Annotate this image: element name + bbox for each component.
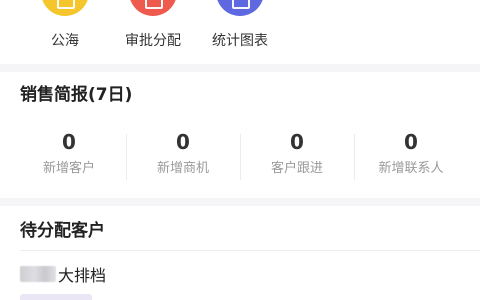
sales-report-title: 销售简报(7日) (20, 85, 133, 105)
customer-tag (20, 294, 92, 300)
sea-icon (41, 0, 89, 16)
chart-icon (216, 0, 264, 16)
quick-action-label: 公海 (51, 33, 79, 49)
stat-label: 新增客户 (42, 161, 95, 176)
section-divider (0, 198, 480, 206)
stat-new-opportunities[interactable]: 0 新增商机 (126, 126, 240, 188)
stat-label: 新增商机 (156, 161, 209, 176)
quick-action-approval[interactable]: 审批分配 (103, 0, 203, 60)
crm-home-page: 公海 审批分配 统计图表 销售简报(7日) 0 新增客户 0 新增商机 0 客户… (0, 0, 480, 300)
stat-value: 0 (176, 130, 190, 154)
stat-customer-followups[interactable]: 0 客户跟进 (240, 126, 354, 188)
quick-actions: 公海 审批分配 统计图表 (0, 0, 480, 60)
quick-action-charts[interactable]: 统计图表 (190, 0, 290, 60)
sales-report-stats: 0 新增客户 0 新增商机 0 客户跟进 0 新增联系人 (12, 126, 468, 188)
pending-customers-title: 待分配客户 (20, 221, 105, 241)
quick-action-public-sea[interactable]: 公海 (15, 0, 115, 60)
stat-label: 新增联系人 (378, 161, 444, 176)
section-divider (0, 64, 480, 72)
stat-value: 0 (404, 130, 418, 154)
customer-name: 大排档 (58, 266, 107, 285)
quick-action-label: 审批分配 (125, 33, 181, 49)
stat-label: 客户跟进 (270, 161, 323, 176)
list-divider (20, 250, 480, 251)
stat-value: 0 (62, 130, 76, 154)
redacted-text (20, 266, 56, 282)
list-item[interactable]: 大排档 (20, 260, 460, 288)
approve-icon (129, 0, 177, 16)
stat-new-customers[interactable]: 0 新增客户 (12, 126, 126, 188)
stat-value: 0 (290, 130, 304, 154)
stat-new-contacts[interactable]: 0 新增联系人 (354, 126, 468, 188)
quick-action-label: 统计图表 (212, 33, 268, 49)
